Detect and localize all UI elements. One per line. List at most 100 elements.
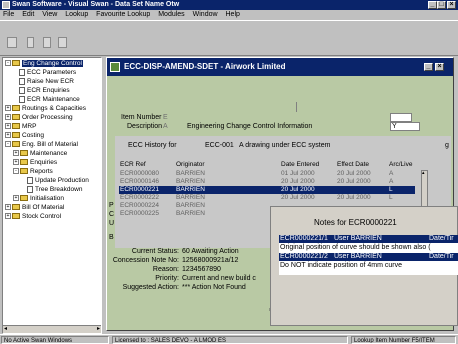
note-text: Original position of curve should be sho…: [280, 244, 431, 251]
tree-item-maintenance[interactable]: + Maintenance: [13, 150, 67, 158]
tree-item-bill-of-material[interactable]: + Bill Of Material: [5, 204, 64, 212]
folder-icon: [12, 204, 20, 211]
app-title: Swan Software - Visual Swan - Data Set N…: [12, 1, 180, 8]
toolbar-copy-icon[interactable]: [43, 37, 51, 48]
scroll-left-icon[interactable]: ◂: [4, 326, 7, 333]
right-flag-field[interactable]: Y: [390, 122, 420, 131]
expand-icon[interactable]: +: [13, 159, 19, 166]
folder-icon: [12, 60, 20, 67]
concession-label: Concession Note No:: [112, 257, 179, 264]
reason-label: Reason:: [152, 266, 179, 273]
col-effect-date[interactable]: Effect Date: [337, 161, 369, 168]
collapse-icon[interactable]: -: [5, 141, 11, 148]
description-field[interactable]: A: [163, 123, 168, 130]
tree-items: - Eng Change Control ECC Parameters Raise…: [5, 60, 99, 260]
menu-modules[interactable]: Modules: [158, 11, 184, 18]
tree-item-tree-breakdown[interactable]: Tree Breakdown: [27, 186, 82, 194]
ecc-window-title-bar: ECC-DISP-AMEND-SDET - Airwork Limited _ …: [107, 58, 453, 76]
table-row-selected[interactable]: ECR0000221 BARRIEN 20 Jul 2000 L: [119, 186, 415, 194]
menu-window[interactable]: Window: [193, 11, 218, 18]
menu-edit[interactable]: Edit: [22, 11, 34, 18]
table-row[interactable]: ECR0000224 BARRIEN: [119, 202, 279, 210]
note-header[interactable]: ECR0000221/1 User BARRIEN Date/Tir: [279, 235, 458, 243]
tree-item-eng-bill-of-material[interactable]: - Eng. Bill of Material: [5, 141, 78, 149]
description-label: Description: [127, 123, 163, 130]
concession-value: 12568000921a/12: [182, 257, 239, 264]
item-number-field[interactable]: E: [163, 114, 168, 121]
tree-item-mrp[interactable]: + MRP: [5, 123, 36, 131]
collapse-icon[interactable]: -: [5, 60, 11, 67]
tree-item-raise-new-ecr[interactable]: Raise New ECR: [19, 78, 74, 86]
table-row[interactable]: ECR0000146 BARRIEN 20 Jul 2000 20 Jul 2000 A: [119, 178, 415, 186]
history-description: A drawing under ECC system: [239, 142, 331, 149]
close-button[interactable]: ×: [447, 1, 456, 9]
minimize-button[interactable]: _: [428, 1, 437, 9]
note-header[interactable]: ECR0000221/2 User BARRIEN Date/Tir: [279, 253, 458, 261]
tree-item-enquiries[interactable]: + Enquiries: [13, 159, 57, 167]
expand-icon[interactable]: +: [5, 132, 11, 139]
module-tree[interactable]: - Eng Change Control ECC Parameters Raise…: [2, 57, 102, 334]
table-row[interactable]: ECR0000225 BARRIEN: [119, 210, 279, 218]
document-icon: [27, 177, 33, 184]
tree-item-initialisation[interactable]: + Initialisation: [13, 195, 64, 203]
tree-item-ecr-maintenance[interactable]: ECR Maintenance: [19, 96, 80, 104]
folder-icon: [20, 168, 28, 175]
expand-icon[interactable]: +: [5, 105, 11, 112]
notes-list[interactable]: ECR0000221/1 User BARRIEN Date/Tir Origina…: [279, 235, 458, 275]
tree-item-costing[interactable]: + Costing: [5, 132, 44, 140]
folder-icon: [12, 114, 20, 121]
menu-help[interactable]: Help: [226, 11, 240, 18]
menu-bar: File Edit View Lookup Favourite Lookup M…: [0, 10, 458, 20]
expand-icon[interactable]: +: [13, 195, 19, 202]
tree-item-routings[interactable]: + Routings & Capacities: [5, 105, 86, 113]
expand-icon[interactable]: +: [5, 114, 11, 121]
toolbar-document-icon[interactable]: [27, 37, 34, 48]
scroll-right-icon[interactable]: ▸: [97, 326, 100, 333]
expand-icon[interactable]: +: [5, 123, 11, 130]
scroll-up-icon[interactable]: ▴: [422, 170, 425, 176]
expand-icon[interactable]: +: [5, 213, 11, 220]
expand-icon[interactable]: +: [13, 150, 19, 157]
document-icon: [27, 186, 33, 193]
tree-item-update-production[interactable]: Update Production: [27, 177, 89, 185]
menu-favourite-lookup[interactable]: Favourite Lookup: [96, 11, 150, 18]
col-ecr-ref[interactable]: ECR Ref: [120, 161, 146, 168]
tree-item-order-processing[interactable]: + Order Processing: [5, 114, 73, 122]
collapse-icon[interactable]: -: [13, 168, 19, 175]
status-bar: No Active Swan Windows Licensed to : SAL…: [0, 334, 458, 344]
tree-horizontal-scrollbar[interactable]: ◂ ▸: [3, 325, 101, 333]
toolbar: [0, 20, 458, 56]
current-status-value: 60 Awaiting Action: [182, 248, 239, 255]
col-arc-live[interactable]: Arc/Live: [389, 161, 412, 168]
document-icon: [19, 96, 25, 103]
table-row[interactable]: ECR0000222 BARRIEN 20 Jul 2000 20 Jul 2000 L: [119, 194, 415, 202]
ecr-column-headers: ECR Ref Originator Date Entered Effect D…: [115, 161, 415, 169]
app-icon: [2, 1, 10, 9]
swan-app-icon: [110, 62, 120, 72]
maximize-button[interactable]: □: [437, 1, 446, 9]
tree-item-stock-control[interactable]: + Stock Control: [5, 213, 61, 221]
expand-icon[interactable]: +: [5, 204, 11, 211]
toolbar-print-icon[interactable]: [7, 37, 17, 48]
vertical-divider: [296, 102, 297, 112]
toolbar-paste-icon[interactable]: [58, 37, 67, 48]
col-date-entered[interactable]: Date Entered: [281, 161, 319, 168]
tree-item-ecc-parameters[interactable]: ECC Parameters: [19, 69, 76, 77]
item-extra-field[interactable]: [390, 113, 412, 122]
menu-file[interactable]: File: [3, 11, 14, 18]
tree-item-eng-change-control[interactable]: - Eng Change Control: [5, 60, 83, 68]
table-row[interactable]: ECR0000080 BARRIEN 01 Jul 2000 20 Jul 2000 A: [119, 170, 415, 178]
tree-item-ecr-enquiries[interactable]: ECR Enquiries: [19, 87, 70, 95]
col-originator[interactable]: Originator: [176, 161, 205, 168]
menu-lookup[interactable]: Lookup: [65, 11, 88, 18]
current-status-label: Current Status:: [131, 248, 179, 255]
ecc-window-title: ECC-DISP-AMEND-SDET - Airwork Limited: [124, 62, 286, 71]
ecc-minimize-button[interactable]: _: [424, 63, 433, 71]
history-label: ECC History for: [128, 142, 177, 149]
ecc-close-button[interactable]: ×: [435, 63, 444, 71]
suggested-action-value: *** Action Not Found: [182, 284, 246, 291]
tree-item-reports[interactable]: - Reports: [13, 168, 53, 176]
menu-view[interactable]: View: [42, 11, 57, 18]
status-middle: Licensed to : SALES DEVO - A LMOD ES: [112, 336, 348, 344]
folder-icon: [12, 141, 20, 148]
